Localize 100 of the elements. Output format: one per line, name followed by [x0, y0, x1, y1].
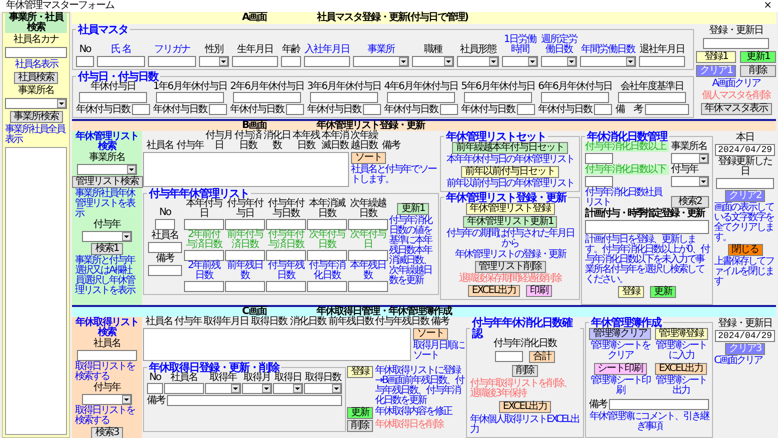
input-field[interactable] [209, 104, 227, 115]
input-field[interactable] [517, 104, 535, 115]
register-button[interactable]: 管理簿登録 [654, 328, 708, 340]
search-button[interactable]: 検索2 [671, 196, 709, 208]
register-button[interactable]: 登録1 [696, 51, 736, 63]
input-field[interactable] [97, 56, 145, 67]
input-field[interactable] [644, 104, 688, 115]
delete-button[interactable]: 管理リスト削除 [474, 261, 546, 273]
input-field[interactable] [387, 92, 455, 103]
input-field[interactable] [716, 178, 774, 189]
input-field[interactable] [5, 47, 67, 58]
dropdown[interactable] [5, 98, 67, 109]
sort-button[interactable]: ソート [351, 152, 386, 164]
dropdown[interactable] [412, 56, 454, 67]
input-field[interactable] [184, 219, 224, 230]
input-field[interactable] [348, 219, 388, 230]
search-button[interactable]: 事業所検索 [10, 111, 62, 123]
input-field[interactable] [440, 104, 458, 115]
total-button[interactable]: 合計 [529, 351, 555, 363]
register-button[interactable]: 登録 [618, 286, 644, 298]
input-field[interactable] [307, 219, 347, 230]
input-field[interactable] [147, 383, 163, 394]
update-button[interactable]: 更新1 [397, 203, 429, 215]
update-button[interactable]: 更新1 [740, 51, 776, 63]
search-button[interactable]: 管理リスト検索 [72, 176, 142, 188]
input-field[interactable] [609, 399, 709, 410]
input-field[interactable] [585, 153, 613, 164]
dropdown[interactable] [77, 164, 137, 175]
input-field[interactable] [225, 219, 265, 230]
input-field[interactable] [266, 219, 306, 230]
dropdown[interactable] [273, 383, 303, 394]
input-field[interactable] [266, 250, 306, 261]
search-button[interactable]: 検索1 [91, 243, 123, 255]
dropdown[interactable] [502, 56, 538, 67]
dropdown[interactable] [82, 231, 132, 242]
input-field[interactable] [363, 104, 381, 115]
input-field[interactable] [307, 281, 347, 292]
update-button[interactable]: 更新 [347, 407, 373, 419]
dropdown[interactable] [82, 394, 132, 405]
input-field[interactable] [155, 219, 175, 230]
input-field[interactable] [132, 104, 150, 115]
input-field[interactable] [79, 92, 147, 103]
input-field[interactable] [585, 176, 613, 187]
register-button[interactable]: 年休管理リスト登録 [466, 203, 554, 215]
text-area[interactable] [585, 220, 709, 234]
print-button[interactable]: 印刷 [526, 285, 552, 297]
dropdown[interactable] [304, 383, 342, 394]
input-field[interactable] [348, 281, 388, 292]
input-field[interactable] [77, 350, 137, 361]
set-button[interactable]: 前年以前付与日セット [461, 166, 559, 178]
input-field[interactable] [233, 92, 301, 103]
dropdown[interactable] [541, 56, 577, 67]
delete-button[interactable]: 削除 [512, 365, 538, 377]
register-button[interactable]: 登録 [347, 366, 373, 378]
delete-button[interactable]: 削除 [740, 65, 776, 77]
close-button[interactable]: 閉じる [728, 244, 762, 256]
input-field[interactable] [464, 92, 532, 103]
input-field[interactable] [304, 56, 350, 67]
input-field[interactable] [618, 92, 686, 103]
dropdown[interactable] [671, 153, 709, 164]
input-field[interactable] [594, 104, 612, 115]
excel-button[interactable]: EXCEL出力 [654, 363, 708, 375]
excel-button[interactable]: EXCEL出力 [498, 401, 552, 413]
close-button[interactable]: × [764, 1, 772, 11]
list-box[interactable] [5, 147, 67, 435]
input-field[interactable] [495, 351, 523, 362]
dropdown[interactable] [353, 56, 409, 67]
input-field[interactable] [148, 265, 182, 276]
show-button[interactable]: 年休マスタ表示 [700, 103, 772, 115]
delete-button[interactable]: 削除 [347, 420, 373, 432]
input-field[interactable] [286, 104, 304, 115]
list-box[interactable] [143, 328, 411, 361]
input-field[interactable] [184, 281, 224, 292]
dropdown[interactable] [205, 383, 241, 394]
dropdown[interactable] [242, 383, 272, 394]
input-field[interactable] [148, 242, 182, 253]
input-field[interactable] [225, 281, 265, 292]
input-field[interactable] [167, 395, 342, 406]
clear-button[interactable]: 管理簿クリア [589, 328, 651, 340]
search-button[interactable]: 社員検索 [14, 72, 58, 84]
dropdown[interactable] [199, 56, 229, 67]
input-field[interactable] [703, 38, 769, 49]
input-field[interactable] [164, 383, 204, 394]
input-field[interactable] [225, 250, 265, 261]
print-button[interactable]: シート印刷 [594, 363, 646, 375]
input-field[interactable] [76, 56, 94, 67]
input-field[interactable] [232, 56, 278, 67]
input-field[interactable] [266, 281, 306, 292]
input-field[interactable] [184, 250, 224, 261]
dropdown[interactable] [671, 176, 709, 187]
update-button[interactable]: 年休管理リスト更新1 [462, 216, 558, 228]
input-field[interactable] [541, 92, 609, 103]
input-field[interactable] [348, 250, 388, 261]
update-button[interactable]: 更新 [650, 286, 676, 298]
sort-button[interactable]: ソート [413, 328, 448, 340]
input-field[interactable] [307, 250, 347, 261]
excel-button[interactable]: EXCEL出力 [468, 285, 520, 297]
set-button[interactable]: 前年繰越本年付与日セット [452, 142, 568, 154]
list-box[interactable] [143, 152, 349, 187]
input-field[interactable] [639, 56, 685, 67]
